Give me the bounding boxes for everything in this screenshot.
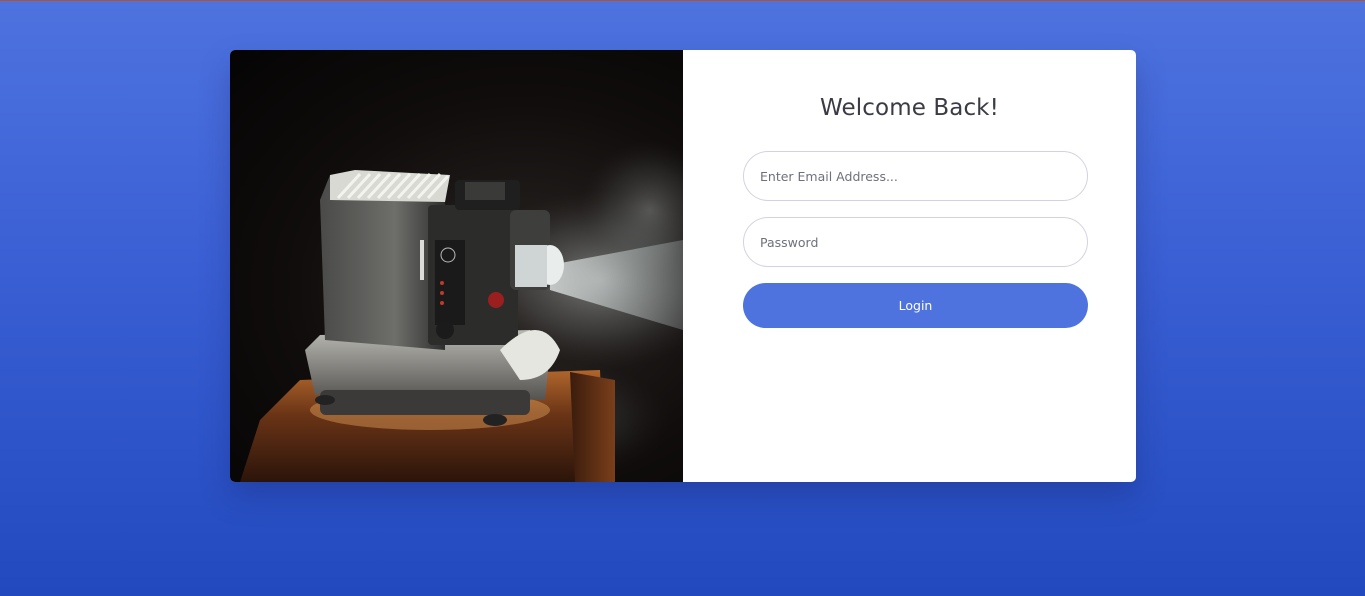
password-input[interactable] — [743, 217, 1088, 267]
email-input[interactable] — [743, 151, 1088, 201]
projector-photo — [230, 50, 683, 482]
login-button[interactable]: Login — [743, 283, 1088, 328]
top-border-line — [0, 0, 1365, 1]
page-title: Welcome Back! — [820, 95, 999, 121]
login-form: Welcome Back! Login — [683, 50, 1136, 482]
login-card: Welcome Back! Login — [230, 50, 1136, 482]
